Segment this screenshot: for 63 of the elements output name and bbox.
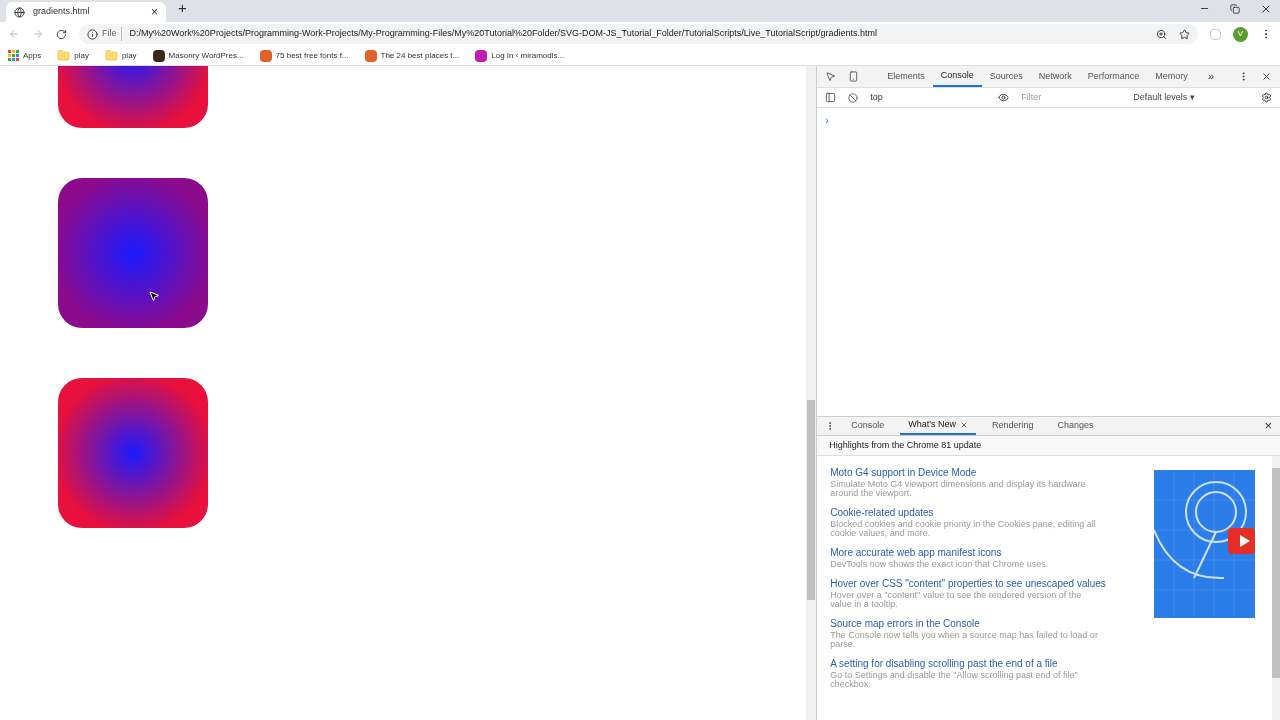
feature-description: Hover over a "content" value to see the rendered version of the value in a tooltip. [830, 591, 1083, 609]
zoom-icon[interactable] [1156, 28, 1167, 40]
bookmark-item[interactable]: play [57, 49, 89, 62]
feature-link[interactable]: Moto G4 support in Device Mode [830, 465, 1121, 480]
folder-icon [57, 49, 71, 62]
folder-icon [104, 49, 118, 62]
feature-description: Go to Settings and disable the "Allow scrolling past end of file" checkbox. [830, 671, 1079, 689]
devtools-tab[interactable]: Console [932, 66, 982, 87]
bookmark-item[interactable]: play [104, 49, 137, 62]
drawer-close-button[interactable]: × [1264, 416, 1272, 436]
tab-close-icon[interactable] [960, 421, 968, 429]
drawer-tab[interactable]: Rendering [984, 417, 1042, 435]
scheme-label: File [102, 27, 122, 41]
feature-link[interactable]: More accurate web app manifest icons [830, 545, 1121, 560]
scrollbar-thumb[interactable] [1272, 468, 1280, 678]
devtools-tab[interactable]: Memory [1147, 66, 1196, 87]
scrollbar-thumb[interactable] [807, 400, 816, 600]
devtools-tab[interactable]: Network [1030, 66, 1080, 87]
bookmark-item[interactable]: The 24 best places t... [364, 49, 460, 62]
feature-link[interactable]: A setting for disabling scrolling past the end of a file [830, 656, 1121, 671]
bookmark-item[interactable]: Log In ‹ miramodis... [475, 49, 565, 62]
highlights-heading: Highlights from the Chrome 81 update [817, 436, 1280, 456]
reload-icon[interactable] [56, 28, 67, 40]
feature-link[interactable]: Source map errors in the Console [830, 616, 1121, 631]
close-icon[interactable] [1260, 3, 1272, 15]
eye-icon[interactable] [998, 92, 1010, 103]
feature-description: DevTools now shows the exact icon that Chrome uses. [830, 560, 1050, 569]
feature-description: Blocked cookies and cookie priority in the Cookies pane, editing all cookie values, and more. [830, 520, 1097, 538]
console-prompt: › [825, 114, 829, 126]
device-icon[interactable] [848, 71, 860, 82]
star-icon[interactable] [1179, 28, 1190, 40]
sidebar-icon[interactable] [825, 92, 837, 103]
settings-icon[interactable] [1261, 92, 1272, 103]
apps-grid-icon [8, 50, 19, 61]
bookmark-item[interactable]: Apps [8, 49, 42, 62]
drawer-tab[interactable]: Changes [1049, 417, 1102, 435]
address-bar[interactable]: File D:/My%20Work%20Projects/Programming-Work-Projects/My-Programming-Files/My%20Tutorial%20Folder/SVG-DOM-JS_Tutorial_Folder/TutorialScripts/Live_TutorialScript/gradients.html [79, 24, 1198, 44]
info-icon [87, 28, 98, 40]
mouse-cursor-icon [148, 290, 160, 302]
browser-tab[interactable]: gradients.html × [6, 2, 166, 22]
context-select[interactable]: top [870, 90, 971, 105]
drawer-tab[interactable]: Console [843, 417, 893, 435]
feature-link[interactable]: Hover over CSS "content" properties to see unescaped values [830, 576, 1121, 591]
more-tabs-button[interactable]: » [1207, 68, 1214, 85]
inspect-icon[interactable] [825, 71, 837, 82]
devtools-tab[interactable]: Performance [1079, 66, 1148, 87]
feature-description: Simulate Moto G4 viewport dimensions and display its hardware around the viewport. [830, 480, 1087, 498]
tab-close-button[interactable]: × [151, 3, 158, 21]
feature-description: The Console now tells you when a source map has failed to load or parse. [830, 631, 1099, 649]
bookmark-item[interactable]: 75 best free fonts f... [259, 49, 349, 62]
feature-link[interactable]: Cookie-related updates [830, 505, 1121, 520]
tab-title: gradients.html [33, 5, 91, 19]
devtools-tab[interactable]: Sources [981, 66, 1031, 87]
globe-icon [14, 6, 25, 18]
new-tab-button[interactable]: + [178, 0, 187, 19]
devtools-tab[interactable]: Elements [879, 66, 933, 87]
url-text: D:/My%20Work%20Projects/Programming-Work-Projects/My-Programming-Files/My%20Tutorial%20Folder/SVG-DOM-JS_Tutorial_Folder/TutorialScripts/Live_TutorialScript/gradients.html [129, 27, 879, 41]
close-icon[interactable] [1261, 71, 1272, 82]
filter-field[interactable]: Filter [1021, 90, 1122, 105]
restore-icon[interactable] [1230, 4, 1240, 14]
clear-icon[interactable] [848, 92, 859, 103]
levels-dropdown[interactable]: Default levels ▾ [1133, 90, 1195, 105]
bookmark-item[interactable]: Masonry WordPres... [152, 49, 244, 62]
